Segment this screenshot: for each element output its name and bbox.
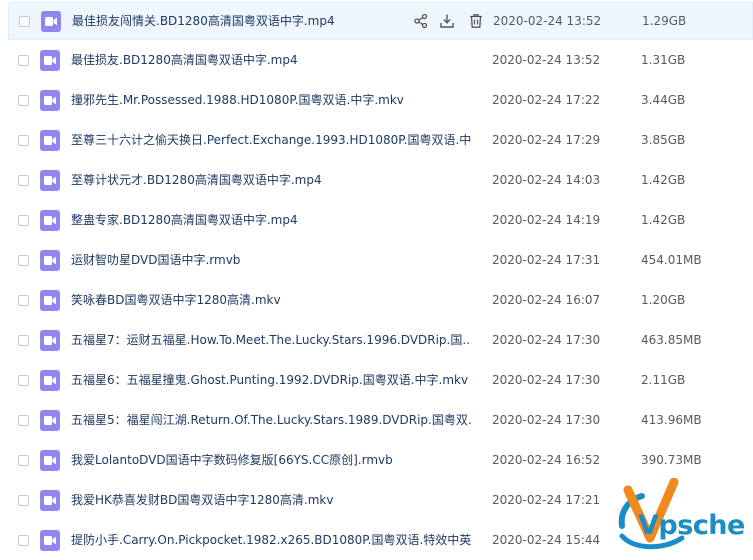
file-name[interactable]: 最佳损友.BD1280高清国粤双语中字.mp4 [71, 52, 471, 69]
file-name[interactable]: 我爱LolantoDVD国语中字数码修复版[66YS.CC原创].rmvb [71, 452, 471, 469]
file-row[interactable]: 我爱LolantoDVD国语中字数码修复版[66YS.CC原创].rmvb 20… [8, 442, 753, 480]
row-checkbox[interactable] [18, 95, 29, 106]
file-name[interactable]: 最佳损友闯情关.BD1280高清国粤双语中字.mp4 [72, 13, 402, 30]
file-row[interactable]: 笑咏春BD国粤双语中字1280高清.mkv 2020-02-24 16:07 1… [8, 282, 753, 320]
video-file-icon [40, 370, 60, 391]
video-file-icon [40, 90, 60, 111]
row-checkbox[interactable] [18, 415, 29, 426]
file-name[interactable]: 至尊三十六计之偷天换日.Perfect.Exchange.1993.HD1080… [71, 132, 471, 149]
file-row[interactable]: 五福星6：五福星撞鬼.Ghost.Punting.1992.DVDRip.国粤双… [8, 362, 753, 400]
file-date: 2020-02-24 17:30 [492, 333, 601, 347]
row-checkbox[interactable] [18, 55, 29, 66]
file-row[interactable]: 五福星7：运财五福星.How.To.Meet.The.Lucky.Stars.1… [8, 322, 753, 360]
video-file-icon [40, 210, 60, 231]
video-file-icon [40, 490, 60, 511]
video-file-icon [40, 130, 60, 151]
file-size: 463.85MB [641, 333, 702, 347]
file-date: 2020-02-24 16:52 [492, 453, 601, 467]
row-checkbox[interactable] [18, 215, 29, 226]
file-size: 3.85GB [641, 133, 686, 147]
video-file-icon [40, 410, 60, 431]
file-row[interactable]: 最佳损友闯情关.BD1280高清国粤双语中字.mp4 2020-02-24 13… [8, 2, 753, 40]
file-name[interactable]: 撞邪先生.Mr.Possessed.1988.HD1080P.国粤双语.中字.m… [71, 92, 471, 109]
file-size: 1.31GB [641, 53, 686, 67]
file-name[interactable]: 运财智叻星DVD国语中字.rmvb [71, 252, 471, 269]
video-file-icon [40, 250, 60, 271]
file-size: 2.11GB [641, 373, 686, 387]
file-size: 413.96MB [641, 413, 702, 427]
download-icon[interactable] [439, 13, 455, 29]
file-name[interactable]: 五福星7：运财五福星.How.To.Meet.The.Lucky.Stars.1… [71, 332, 471, 349]
vpsche-watermark-logo: Vpsche [612, 478, 752, 550]
file-size: 1.42GB [641, 213, 686, 227]
file-name[interactable]: 五福星6：五福星撞鬼.Ghost.Punting.1992.DVDRip.国粤双… [71, 372, 471, 389]
video-file-icon [40, 530, 60, 551]
file-size: 1.20GB [641, 293, 686, 307]
file-date: 2020-02-24 13:52 [492, 53, 601, 67]
file-date: 2020-02-24 17:21 [492, 493, 601, 507]
row-checkbox[interactable] [19, 16, 30, 27]
file-date: 2020-02-24 17:30 [492, 373, 601, 387]
file-date: 2020-02-24 14:19 [492, 213, 601, 227]
video-file-icon [40, 50, 60, 71]
video-file-icon [40, 450, 60, 471]
share-icon[interactable] [413, 13, 429, 29]
video-file-icon [40, 330, 60, 351]
video-file-icon [40, 290, 60, 311]
file-size: 1.42GB [641, 173, 686, 187]
file-row[interactable]: 撞邪先生.Mr.Possessed.1988.HD1080P.国粤双语.中字.m… [8, 82, 753, 120]
file-name[interactable]: 提防小手.Carry.On.Pickpocket.1982.x265.BD108… [71, 532, 471, 549]
file-list: 最佳损友闯情关.BD1280高清国粤双语中字.mp4 2020-02-24 13… [0, 0, 753, 560]
file-row[interactable]: 至尊计状元才.BD1280高清国粤双语中字.mp4 2020-02-24 14:… [8, 162, 753, 200]
file-size: 3.44GB [641, 93, 686, 107]
file-date: 2020-02-24 15:44 [492, 533, 601, 547]
row-checkbox[interactable] [18, 495, 29, 506]
file-row[interactable]: 最佳损友.BD1280高清国粤双语中字.mp4 2020-02-24 13:52… [8, 42, 753, 80]
row-checkbox[interactable] [18, 295, 29, 306]
video-file-icon [40, 170, 60, 191]
file-name[interactable]: 我爱HK恭喜发财BD国粤双语中字1280高清.mkv [71, 492, 471, 509]
row-checkbox[interactable] [18, 135, 29, 146]
file-size: 454.01MB [641, 253, 702, 267]
file-name[interactable]: 五福星5：福星闯江湖.Return.Of.The.Lucky.Stars.198… [71, 412, 471, 429]
file-row[interactable]: 五福星5：福星闯江湖.Return.Of.The.Lucky.Stars.198… [8, 402, 753, 440]
file-date: 2020-02-24 16:07 [492, 293, 601, 307]
file-date: 2020-02-24 14:03 [492, 173, 601, 187]
file-row[interactable]: 整蛊专家.BD1280高清国粤双语中字.mp4 2020-02-24 14:19… [8, 202, 753, 240]
row-checkbox[interactable] [18, 175, 29, 186]
video-file-icon [41, 11, 61, 32]
row-checkbox[interactable] [18, 255, 29, 266]
file-name[interactable]: 笑咏春BD国粤双语中字1280高清.mkv [71, 292, 471, 309]
file-row[interactable]: 运财智叻星DVD国语中字.rmvb 2020-02-24 17:31 454.0… [8, 242, 753, 280]
file-name[interactable]: 至尊计状元才.BD1280高清国粤双语中字.mp4 [71, 172, 471, 189]
file-date: 2020-02-24 17:30 [492, 413, 601, 427]
file-size: 1.29GB [642, 14, 687, 28]
file-date: 2020-02-24 17:29 [492, 133, 601, 147]
row-checkbox[interactable] [18, 375, 29, 386]
file-size: 390.73MB [641, 453, 702, 467]
file-date: 2020-02-24 17:31 [492, 253, 601, 267]
watermark-text: Vpsche [638, 510, 745, 541]
file-row[interactable]: 至尊三十六计之偷天换日.Perfect.Exchange.1993.HD1080… [8, 122, 753, 160]
row-checkbox[interactable] [18, 535, 29, 546]
file-date: 2020-02-24 13:52 [493, 14, 602, 28]
row-checkbox[interactable] [18, 455, 29, 466]
row-checkbox[interactable] [18, 335, 29, 346]
file-date: 2020-02-24 17:22 [492, 93, 601, 107]
delete-icon[interactable] [468, 13, 484, 29]
file-name[interactable]: 整蛊专家.BD1280高清国粤双语中字.mp4 [71, 212, 471, 229]
